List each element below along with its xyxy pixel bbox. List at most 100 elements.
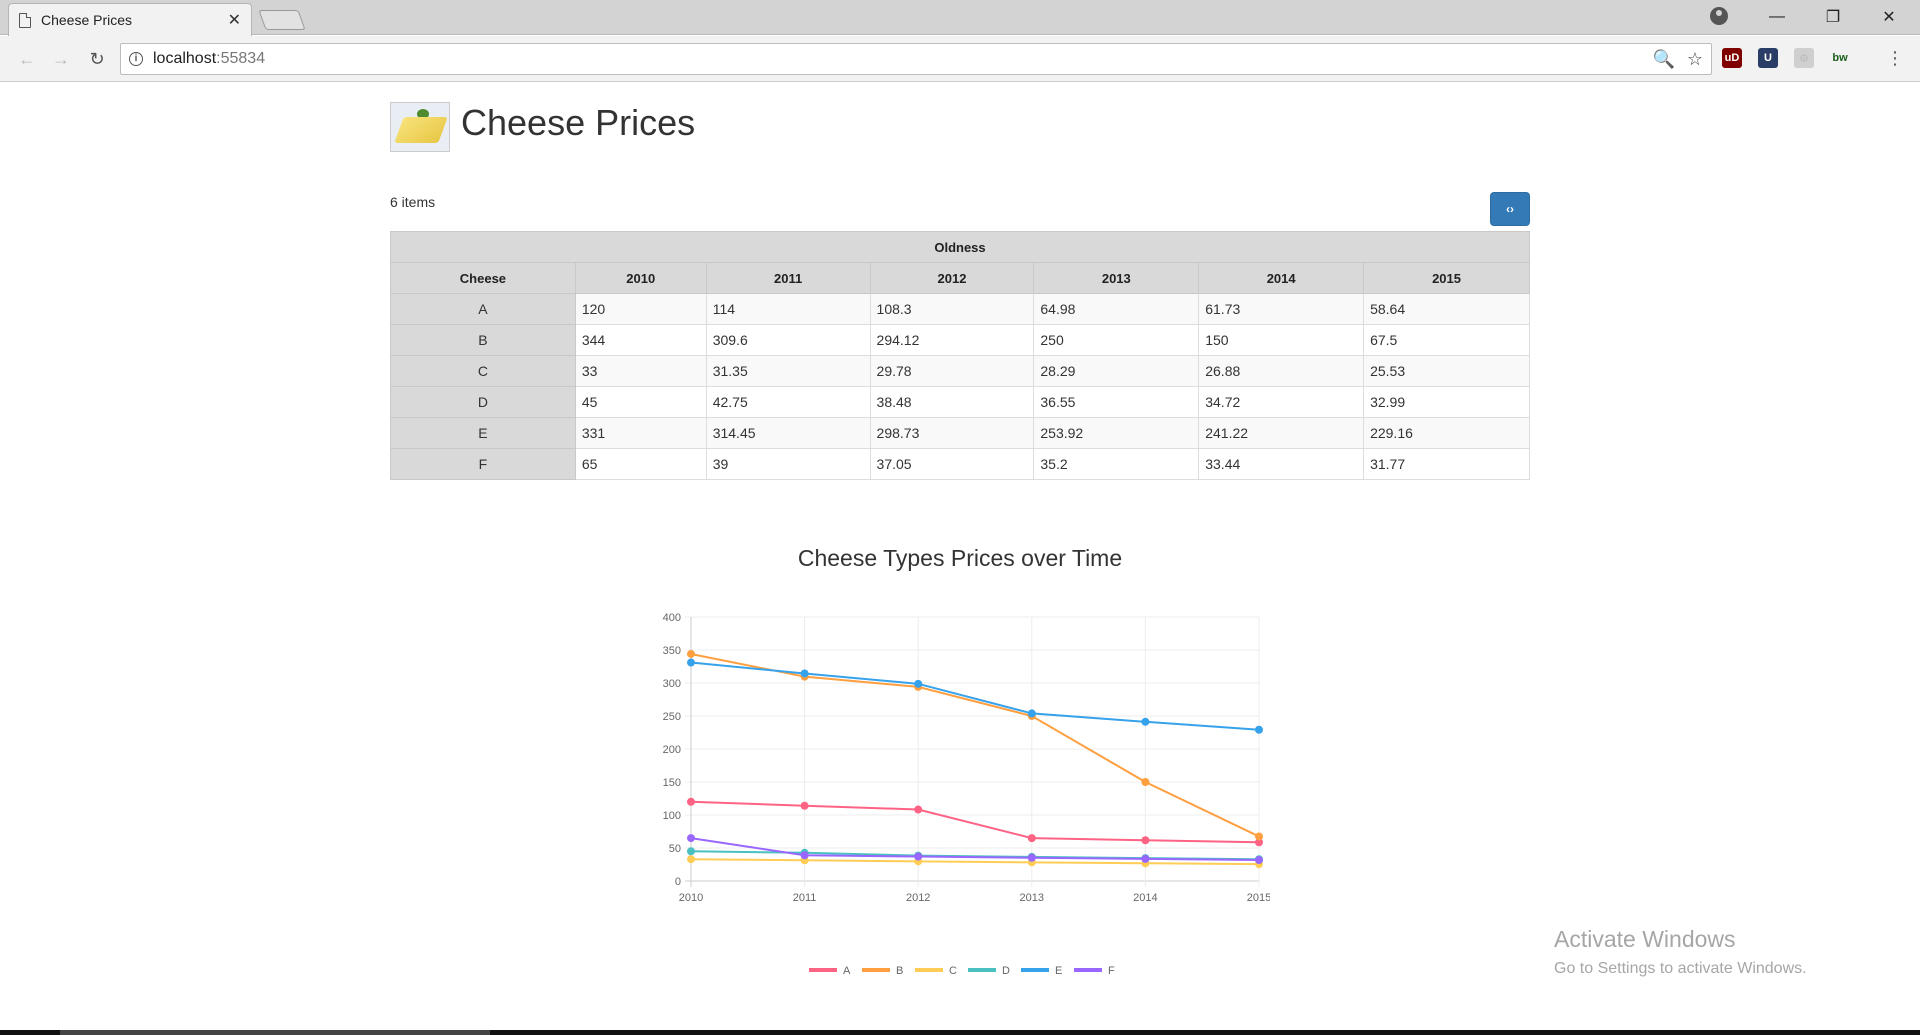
- price-cell: 36.55: [1033, 386, 1200, 418]
- legend-label-F: F: [1108, 965, 1115, 977]
- series-line-A: [690, 800, 1260, 844]
- column-header[interactable]: 2015: [1363, 262, 1530, 294]
- cheese-name-cell: E: [390, 417, 576, 449]
- price-cell: 309.6: [705, 324, 871, 356]
- price-cell: 314.45: [705, 417, 871, 449]
- toggle-view-button[interactable]: ‹›: [1490, 192, 1530, 226]
- data-point-A: [914, 805, 923, 814]
- price-cell: 65: [574, 448, 707, 480]
- price-cell: 114: [705, 293, 871, 325]
- data-point-E: [1255, 725, 1263, 734]
- y-tick-label: 100: [663, 810, 681, 822]
- price-cell: 42.75: [705, 386, 871, 418]
- data-point-E: [1141, 717, 1150, 726]
- column-header[interactable]: 2014: [1198, 262, 1365, 294]
- table-row: C 33 31.35 29.78 28.29 26.88 25.53: [390, 355, 1530, 387]
- browser-tab-bar: Cheese Prices ✕ — ❐ ✕: [0, 0, 1920, 36]
- extension-icons: uD U ⚙ bw: [1722, 48, 1850, 68]
- ublock-icon[interactable]: uD: [1722, 48, 1742, 68]
- minimize-button[interactable]: —: [1754, 4, 1800, 30]
- series-line-E: [690, 661, 1260, 731]
- table-row: B 344 309.6 294.12 250 150 67.5: [390, 324, 1530, 356]
- legend-swatch-F: [1074, 968, 1102, 972]
- cheese-name-cell: B: [390, 324, 576, 356]
- address-bar[interactable]: i localhost:55834 🔍 ☆: [120, 43, 1712, 75]
- price-cell: 35.2: [1033, 448, 1200, 480]
- column-header[interactable]: 2013: [1033, 262, 1200, 294]
- cheese-name-cell: F: [390, 448, 576, 480]
- browser-menu-icon[interactable]: ⋮: [1886, 48, 1904, 69]
- data-point-A: [800, 801, 809, 810]
- x-tick-label: 2012: [906, 892, 930, 904]
- extension-u-icon[interactable]: U: [1758, 48, 1778, 68]
- reload-button[interactable]: ↻: [84, 46, 110, 72]
- column-header[interactable]: Cheese: [390, 262, 576, 294]
- price-cell: 32.99: [1363, 386, 1530, 418]
- close-window-button[interactable]: ✕: [1866, 4, 1912, 30]
- data-point-E: [687, 658, 695, 667]
- data-point-B: [1141, 778, 1150, 786]
- column-header[interactable]: 2012: [869, 262, 1035, 294]
- x-tick-label: 2013: [1020, 892, 1044, 904]
- info-icon[interactable]: i: [129, 52, 143, 66]
- series-line-B: [690, 652, 1260, 838]
- data-point-F: [1255, 856, 1263, 865]
- table-row: E 331 314.45 298.73 253.92 241.22 229.16: [390, 417, 1530, 449]
- price-cell: 39: [705, 448, 871, 480]
- price-cell: 45: [574, 386, 707, 418]
- activate-windows-title: Activate Windows: [1554, 926, 1736, 952]
- y-tick-label: 250: [663, 711, 681, 723]
- items-count: 6 items: [390, 194, 436, 210]
- bookmark-star-icon[interactable]: ☆: [1687, 49, 1703, 70]
- line-chart: 0 50 100 150 200 250 300 350 400 2010 2011 2012 2013…: [663, 612, 1270, 977]
- legend-swatch-E: [1021, 968, 1049, 972]
- extension-gear-icon[interactable]: ⚙: [1794, 48, 1814, 68]
- table-row: A 120 114 108.3 64.98 61.73 58.64: [390, 293, 1530, 325]
- group-header: Oldness: [390, 231, 1530, 263]
- back-button[interactable]: ←: [14, 46, 40, 72]
- legend-label-D: D: [1002, 965, 1010, 977]
- column-header-row: Cheese 2010 2011 2012 2013 2014 2015: [390, 262, 1530, 294]
- data-point-E: [1027, 709, 1036, 718]
- price-cell: 34.72: [1198, 386, 1365, 418]
- forward-button[interactable]: →: [48, 46, 74, 72]
- bitwarden-icon[interactable]: bw: [1830, 48, 1850, 68]
- column-header[interactable]: 2010: [574, 262, 707, 294]
- data-point-F: [1141, 854, 1150, 863]
- price-cell: 31.35: [705, 355, 871, 387]
- tab-title: Cheese Prices: [41, 12, 133, 28]
- y-tick-label: 300: [663, 678, 681, 690]
- price-cell: 38.48: [869, 386, 1035, 418]
- data-point-F: [800, 851, 809, 860]
- price-cell: 33.44: [1198, 448, 1365, 480]
- column-header[interactable]: 2011: [705, 262, 871, 294]
- price-cell: 241.22: [1198, 417, 1365, 449]
- legend-swatch-D: [968, 968, 996, 972]
- cheese-prices-table: Oldness Cheese 2010 2011 2012 2013 2014 2015 A…: [390, 231, 1530, 480]
- price-cell: 26.88: [1198, 355, 1365, 387]
- price-cell: 108.3: [869, 293, 1035, 325]
- data-point-E: [914, 679, 923, 688]
- browser-tab[interactable]: Cheese Prices ✕: [8, 3, 252, 36]
- price-cell: 67.5: [1363, 324, 1530, 356]
- x-tick-label: 2015: [1247, 892, 1270, 904]
- new-tab-button[interactable]: [258, 10, 306, 30]
- data-point-B: [1255, 832, 1263, 841]
- data-point-F: [914, 852, 923, 861]
- legend-swatch-C: [915, 968, 943, 972]
- data-point-F: [1027, 853, 1036, 862]
- price-cell: 229.16: [1363, 417, 1530, 449]
- table-row: F 65 39 37.05 35.2 33.44 31.77: [390, 448, 1530, 480]
- cheese-name-cell: A: [390, 293, 576, 325]
- account-icon[interactable]: [1710, 7, 1728, 25]
- y-tick-label: 400: [663, 612, 681, 624]
- price-cell: 253.92: [1033, 417, 1200, 449]
- restore-button[interactable]: ❐: [1810, 4, 1856, 30]
- data-point-A: [687, 797, 695, 806]
- cheese-logo: [390, 102, 450, 152]
- zoom-icon[interactable]: 🔍: [1652, 49, 1674, 70]
- price-cell: 61.73: [1198, 293, 1365, 325]
- price-cell: 25.53: [1363, 355, 1530, 387]
- tab-close-button[interactable]: ✕: [228, 10, 241, 30]
- price-cell: 331: [574, 417, 707, 449]
